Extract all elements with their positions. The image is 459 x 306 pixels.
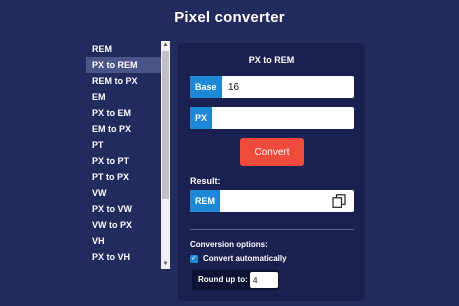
scroll-up-arrow-icon[interactable]: ▲ [161, 41, 170, 50]
sidebar-item-rem[interactable]: REM [86, 41, 161, 57]
sidebar-item-label: VW to PX [92, 220, 132, 230]
sidebar-item-px-to-vh[interactable]: PX to VH [86, 249, 161, 265]
sidebar-item-vw-to-px[interactable]: VW to PX VH [86, 217, 161, 249]
sidebar-item-rem-to-px[interactable]: REM to PX EM [86, 73, 161, 105]
base-field: Base [190, 76, 354, 98]
result-field: REM [190, 190, 354, 212]
px-field: PX [190, 107, 354, 129]
sidebar-item-label: PX to VH [92, 252, 131, 262]
sidebar-list: REM PX to REM REM to PX EM PX to EM EM t… [86, 41, 161, 265]
sidebar-item-pt-to-px[interactable]: PT to PX VW [86, 169, 161, 201]
sidebar-item-label: EM to PX [92, 124, 132, 134]
sidebar-item-label: PT to PX [92, 172, 130, 182]
sidebar-item-label-continued: VH [92, 236, 105, 246]
converter-panel: PX to REM Base PX Convert Result: REM Co… [178, 43, 365, 301]
sidebar-item-label: PX to EM [92, 108, 132, 118]
result-label: Result: [190, 176, 221, 186]
sidebar-item-px-to-vw[interactable]: PX to VW [86, 201, 161, 217]
base-input[interactable] [221, 76, 354, 98]
sidebar-item-label-continued: PT [92, 140, 104, 150]
convert-button[interactable]: Convert [240, 138, 304, 166]
sidebar-item-label-continued: VW [92, 188, 107, 198]
px-input[interactable] [213, 107, 354, 129]
sidebar-item-px-to-rem[interactable]: PX to REM [86, 57, 161, 73]
result-output[interactable] [221, 190, 326, 212]
sidebar-item-label: REM [92, 44, 112, 54]
copy-icon[interactable] [332, 194, 346, 208]
sidebar-item-label: PX to PT [92, 156, 130, 166]
round-up-box: Round up to: [192, 270, 279, 290]
app-title: Pixel converter [174, 9, 285, 26]
converter-title: PX to REM [248, 55, 295, 65]
round-up-label: Round up to: [198, 275, 248, 284]
auto-convert-checkbox[interactable]: ✓ [190, 254, 198, 263]
sidebar-scrollbar[interactable]: ▲ ▼ [161, 41, 170, 269]
sidebar-item-label: PX to REM [92, 60, 138, 70]
sidebar-item-px-to-pt[interactable]: PX to PT [86, 153, 161, 169]
scroll-thumb[interactable] [162, 51, 169, 199]
sidebar-item-label: PX to VW [92, 204, 132, 214]
auto-convert-label: Convert automatically [203, 254, 287, 263]
sidebar-item-px-to-em[interactable]: PX to EM [86, 105, 161, 121]
sidebar: REM PX to REM REM to PX EM PX to EM EM t… [86, 41, 171, 269]
sidebar-item-em-to-px[interactable]: EM to PX PT [86, 121, 161, 153]
sidebar-item-label-continued: EM [92, 92, 106, 102]
base-label: Base [190, 76, 222, 98]
scroll-down-arrow-icon[interactable]: ▼ [161, 260, 170, 269]
result-unit-label: REM [190, 190, 220, 212]
options-title: Conversion options: [190, 240, 268, 249]
auto-convert-row: ✓ Convert automatically [190, 253, 287, 264]
round-up-input[interactable] [250, 272, 278, 288]
divider [190, 229, 354, 230]
px-label: PX [190, 107, 213, 129]
sidebar-item-label: REM to PX [92, 76, 138, 86]
